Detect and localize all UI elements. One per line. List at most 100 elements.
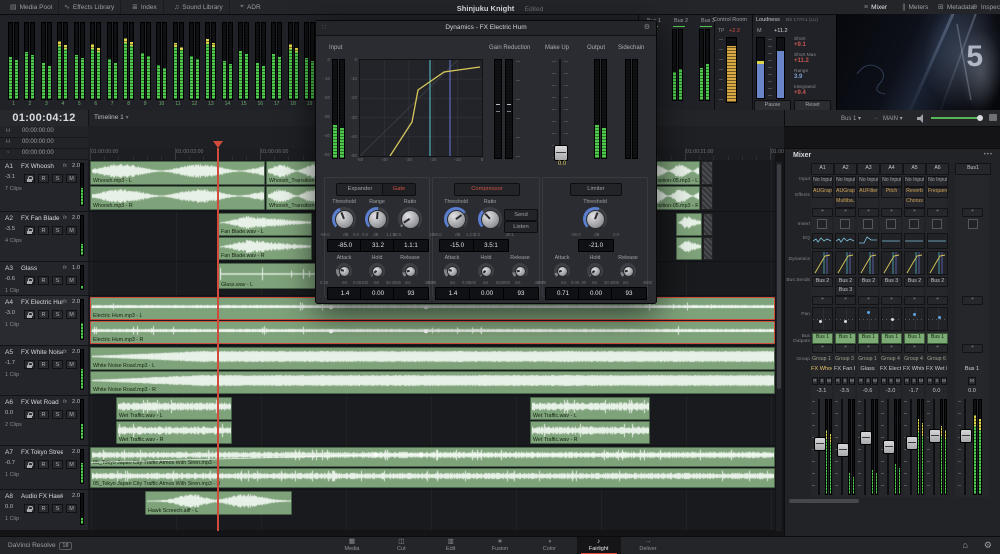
offline-clip[interactable] <box>703 237 713 260</box>
audio-clip[interactable]: Wet Traffic.wav - R <box>116 421 232 444</box>
hold-knob[interactable] <box>478 263 494 279</box>
page-fusion[interactable]: ∗ Fusion <box>478 537 522 554</box>
audio-clip[interactable]: White Noise Road.mp3 - L <box>90 347 775 370</box>
r-button[interactable]: R <box>858 377 864 385</box>
pan-pad[interactable] <box>881 307 902 331</box>
add-output-button[interactable]: + <box>904 344 925 353</box>
bus-output[interactable]: Bus 1 <box>858 333 879 344</box>
eq-thumbnail[interactable] <box>835 233 856 249</box>
track-header-A2[interactable]: A2 FX Fan Blade fx 2.0 -3.5 R S M 4 Clips <box>0 212 88 262</box>
insert-toggle[interactable] <box>863 219 873 229</box>
playhead[interactable] <box>217 148 219 531</box>
lock-button[interactable] <box>24 410 35 419</box>
add-send-button[interactable]: + <box>962 296 983 305</box>
bus-output[interactable]: Bus 1 <box>881 333 902 344</box>
m-button[interactable]: M <box>66 360 77 369</box>
lock-button[interactable] <box>24 226 35 235</box>
offline-clip[interactable] <box>701 161 713 185</box>
effects-library-button[interactable]: ∿ Effects Library <box>58 0 122 14</box>
input-select[interactable]: No Input <box>904 176 925 187</box>
s-button[interactable]: S <box>888 377 894 385</box>
mixer-scrollbar[interactable] <box>789 499 859 503</box>
track-header-A8[interactable]: A8Audio FX Hawk St...2.00.0RSM1 Clip <box>0 490 88 531</box>
eq-thumbnail[interactable] <box>904 233 925 249</box>
threshold-knob[interactable] <box>444 207 468 231</box>
audio-clip[interactable] <box>676 213 702 236</box>
s-button[interactable]: S <box>911 377 917 385</box>
audio-clip[interactable]: 05_Tokyo Japan City Traffic Atmos With S… <box>90 447 775 467</box>
playhead-marker[interactable] <box>213 141 223 148</box>
bus-send[interactable]: Bus 3 <box>881 277 902 287</box>
hold-knob[interactable] <box>587 263 603 279</box>
track-header-A5[interactable]: A5 FX White Noise fx 2.0 -1.7 R S M 1 Clip <box>0 346 88 396</box>
pan-pad[interactable] <box>904 307 925 331</box>
s-button[interactable]: S <box>52 174 63 183</box>
attack-knob[interactable] <box>554 263 570 279</box>
bus-output[interactable]: Bus 1 <box>835 333 856 344</box>
m-button[interactable]: M <box>918 377 924 385</box>
gear-icon[interactable]: ⚙ <box>984 540 992 551</box>
s-button[interactable]: S <box>52 460 63 469</box>
m-button[interactable]: M <box>66 504 77 513</box>
s-button[interactable]: S <box>52 504 63 513</box>
pan-pad[interactable] <box>835 307 856 331</box>
m-button[interactable]: M <box>872 377 878 385</box>
eq-thumbnail[interactable] <box>858 233 879 249</box>
s-button[interactable]: S <box>819 377 825 385</box>
add-send-button[interactable]: + <box>835 296 856 305</box>
offline-clip[interactable] <box>701 186 713 210</box>
fader-handle[interactable] <box>929 429 941 444</box>
audio-clip[interactable]: White Noise Road.mp3 - R <box>90 371 775 394</box>
add-effect-button[interactable]: + <box>927 208 948 217</box>
add-output-button[interactable]: + <box>927 344 948 353</box>
audio-clip[interactable] <box>676 237 702 260</box>
input-select[interactable]: No Input <box>835 176 856 187</box>
bus-send[interactable]: Bus 2 <box>812 277 833 287</box>
add-effect-button[interactable]: + <box>835 208 856 217</box>
m-button[interactable]: M <box>66 460 77 469</box>
scrollbar-thumb[interactable] <box>777 164 781 389</box>
r-button[interactable]: R <box>835 377 841 385</box>
r-button[interactable]: R <box>38 226 49 235</box>
eq-thumbnail[interactable] <box>812 233 833 249</box>
fader-handle[interactable] <box>814 437 826 452</box>
s-button[interactable]: S <box>52 360 63 369</box>
r-button[interactable]: R <box>38 174 49 183</box>
r-button[interactable]: R <box>812 377 818 385</box>
insert-toggle[interactable] <box>840 219 850 229</box>
m-button[interactable]: M <box>66 410 77 419</box>
gate-tab[interactable]: Gate <box>382 183 416 196</box>
fader-handle[interactable] <box>860 431 872 446</box>
mixer-col-header[interactable]: A3 <box>857 163 880 175</box>
listen-button[interactable]: Listen <box>504 221 538 233</box>
effect-slot[interactable]: Frequen... <box>927 187 948 198</box>
r-button[interactable]: R <box>38 460 49 469</box>
attack-knob[interactable] <box>336 263 352 279</box>
r-button[interactable]: R <box>38 310 49 319</box>
pan-pad[interactable] <box>927 307 948 331</box>
compressor-tab[interactable]: Compressor <box>454 183 520 196</box>
r-button[interactable]: R <box>904 377 910 385</box>
hold-knob[interactable] <box>369 263 385 279</box>
page-fairlight[interactable]: ♪ Fairlight <box>576 537 621 554</box>
effect-slot[interactable]: AUFilter <box>858 187 879 198</box>
insert-toggle[interactable] <box>932 219 942 229</box>
threshold-knob[interactable] <box>332 207 356 231</box>
page-edit[interactable]: ▥ Edit <box>429 537 473 554</box>
bus-send[interactable]: Bus 2 <box>858 277 879 287</box>
meters-toggle-button[interactable]: ∥ Meters <box>896 0 934 14</box>
s-button[interactable]: S <box>52 276 63 285</box>
r-button[interactable]: R <box>38 276 49 285</box>
dim-button[interactable] <box>989 114 997 121</box>
effect-slot[interactable]: Multiba... <box>835 197 856 208</box>
input-select[interactable]: No Input <box>858 176 879 187</box>
effect-slot[interactable]: AUGrap... <box>812 187 833 198</box>
dynamics-thumbnail[interactable] <box>812 251 833 275</box>
bus-output[interactable]: Bus 1 <box>904 333 925 344</box>
s-button[interactable]: S <box>52 226 63 235</box>
monitor-source-select[interactable]: Bus 1 ▾ <box>841 115 861 122</box>
dynamics-thumbnail[interactable] <box>835 251 856 275</box>
page-cut[interactable]: ◫ Cut <box>379 537 423 554</box>
home-icon[interactable]: ⌂ <box>962 540 967 551</box>
mixer-toggle-button[interactable]: ≡ Mixer <box>858 0 893 14</box>
